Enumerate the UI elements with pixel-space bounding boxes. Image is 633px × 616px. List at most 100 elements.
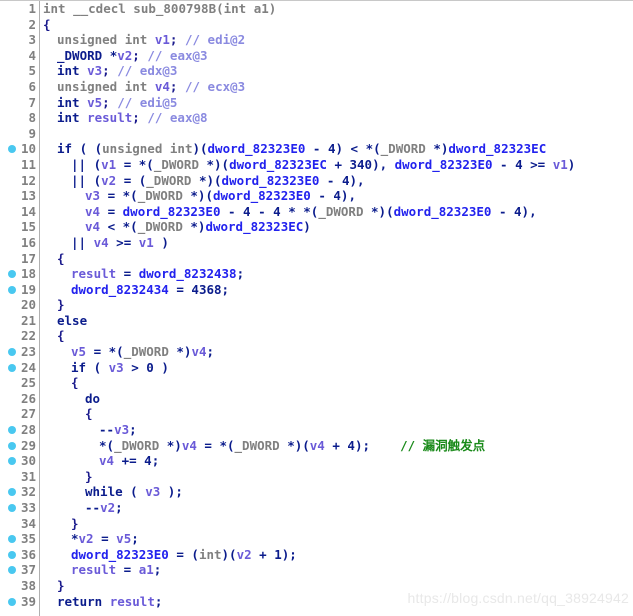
code-line[interactable]: { — [41, 17, 633, 33]
code-line[interactable]: --v2; — [41, 500, 633, 516]
line-number[interactable]: 26 — [0, 391, 39, 407]
line-number[interactable]: 6 — [0, 79, 39, 95]
breakpoint-dot-icon[interactable] — [8, 550, 16, 559]
code-line[interactable]: v5 = *(_DWORD *)v4; — [41, 344, 633, 360]
line-number-gutter[interactable]: 1 2 3 4 5 6 7 8 9 10 11 12 13 14 15 16 17 18 19 20 21 22 23 24 2… — [0, 1, 40, 616]
code-line[interactable]: { — [41, 328, 633, 344]
code-line[interactable]: || (v1 = *(_DWORD *)(dword_82323EC + 340… — [41, 157, 633, 173]
line-number[interactable]: 9 — [0, 126, 39, 142]
code-line[interactable]: dword_8232434 = 4368; — [41, 282, 633, 298]
code-line[interactable]: else — [41, 313, 633, 329]
line-number[interactable]: 35 — [0, 531, 39, 547]
line-number[interactable]: 15 — [0, 219, 39, 235]
line-number[interactable]: 29 — [0, 438, 39, 454]
code-line[interactable]: if ( v3 > 0 ) — [41, 360, 633, 376]
line-number[interactable]: 25 — [0, 375, 39, 391]
line-number[interactable]: 32 — [0, 484, 39, 500]
code-line[interactable]: v4 < *(_DWORD *)dword_82323EC) — [41, 219, 633, 235]
code-line[interactable]: { — [41, 251, 633, 267]
breakpoint-dot-icon[interactable] — [8, 504, 16, 512]
breakpoint-dot-icon[interactable] — [8, 535, 16, 544]
code-line[interactable] — [41, 126, 633, 142]
line-number[interactable]: 19 — [0, 282, 39, 298]
line-number[interactable]: 17 — [0, 251, 39, 267]
code-line[interactable]: { — [41, 375, 633, 391]
breakpoint-dot-icon[interactable] — [8, 597, 16, 606]
line-number[interactable]: 37 — [0, 562, 39, 578]
code-line[interactable]: *(_DWORD *)v4 = *(_DWORD *)(v4 + 4); // … — [41, 438, 633, 454]
line-number[interactable]: 38 — [0, 578, 39, 594]
line-number[interactable]: 12 — [0, 173, 39, 189]
code-line[interactable]: dword_82323E0 = (int)(v2 + 1); — [41, 547, 633, 563]
code-line[interactable]: int v3; // edx@3 — [41, 63, 633, 79]
breakpoint-dot-icon[interactable] — [8, 270, 16, 279]
breakpoint-dot-icon[interactable] — [8, 457, 16, 466]
line-number[interactable]: 16 — [0, 235, 39, 251]
code-line[interactable]: result = dword_8232438; — [41, 266, 633, 282]
code-line[interactable]: int v5; // edi@5 — [41, 95, 633, 111]
code-line[interactable]: if ( (unsigned int)(dword_82323E0 - 4) <… — [41, 141, 633, 157]
line-number[interactable]: 18 — [0, 266, 39, 282]
code-line-content: _DWORD *v2; // eax@3 — [41, 48, 208, 63]
line-number[interactable]: 31 — [0, 469, 39, 485]
code-line[interactable]: } — [41, 469, 633, 485]
breakpoint-dot-icon[interactable] — [8, 566, 16, 575]
line-number[interactable]: 23 — [0, 344, 39, 360]
code-line[interactable]: || v4 >= v1 ) — [41, 235, 633, 251]
code-line[interactable]: --v3; — [41, 422, 633, 438]
code-line[interactable]: while ( v3 ); — [41, 484, 633, 500]
code-token: unsigned int — [57, 78, 155, 94]
code-line[interactable]: } — [41, 578, 633, 594]
line-number[interactable]: 10 — [0, 141, 39, 157]
code-token: result — [109, 593, 155, 609]
line-number[interactable]: 21 — [0, 313, 39, 329]
breakpoint-dot-icon[interactable] — [8, 285, 16, 294]
line-number[interactable]: 7 — [0, 95, 39, 111]
line-number[interactable]: 33 — [0, 500, 39, 516]
line-number[interactable]: 20 — [0, 297, 39, 313]
code-line[interactable]: *v2 = v5; — [41, 531, 633, 547]
line-number[interactable]: 34 — [0, 516, 39, 532]
line-number[interactable]: 3 — [0, 32, 39, 48]
line-number-label: 8 — [28, 110, 36, 126]
code-line[interactable]: } — [41, 516, 633, 532]
line-number[interactable]: 28 — [0, 422, 39, 438]
code-line[interactable]: return result; — [41, 594, 633, 610]
line-number[interactable]: 24 — [0, 360, 39, 376]
code-line[interactable]: v4 = dword_82323E0 - 4 - 4 * *(_DWORD *)… — [41, 204, 633, 220]
code-line[interactable]: unsigned int v4; // ecx@3 — [41, 79, 633, 95]
code-line[interactable]: result = a1; — [41, 562, 633, 578]
line-number[interactable]: 22 — [0, 328, 39, 344]
line-number[interactable]: 39 — [0, 594, 39, 610]
code-line[interactable]: int __cdecl sub_800798B(int a1) — [41, 1, 633, 17]
code-text-area[interactable]: int __cdecl sub_800798B(int a1){unsigned… — [41, 1, 633, 616]
line-number[interactable]: 8 — [0, 110, 39, 126]
line-number[interactable]: 14 — [0, 204, 39, 220]
line-number[interactable]: 2 — [0, 17, 39, 33]
code-line[interactable]: v3 = *(_DWORD *)(dword_82323E0 - 4), — [41, 188, 633, 204]
code-token: ; — [153, 562, 162, 578]
code-line[interactable]: unsigned int v1; // edi@2 — [41, 32, 633, 48]
code-line[interactable]: { — [41, 406, 633, 422]
line-number[interactable]: 5 — [0, 63, 39, 79]
breakpoint-dot-icon[interactable] — [8, 348, 16, 357]
breakpoint-dot-icon[interactable] — [8, 145, 16, 154]
code-line[interactable]: do — [41, 391, 633, 407]
line-number[interactable]: 4 — [0, 48, 39, 64]
breakpoint-dot-icon[interactable] — [8, 488, 16, 497]
line-number[interactable]: 27 — [0, 406, 39, 422]
code-line[interactable]: } — [41, 297, 633, 313]
line-number[interactable]: 1 — [0, 1, 39, 17]
line-number[interactable]: 11 — [0, 157, 39, 173]
line-number[interactable]: 13 — [0, 188, 39, 204]
breakpoint-dot-icon[interactable] — [8, 441, 16, 450]
code-line[interactable]: _DWORD *v2; // eax@3 — [41, 48, 633, 64]
code-token: ) — [303, 219, 311, 235]
breakpoint-dot-icon[interactable] — [8, 426, 16, 435]
breakpoint-dot-icon[interactable] — [8, 363, 16, 372]
line-number[interactable]: 36 — [0, 547, 39, 563]
code-line[interactable]: || (v2 = (_DWORD *)(dword_82323E0 - 4), — [41, 173, 633, 189]
code-line[interactable]: int result; // eax@8 — [41, 110, 633, 126]
code-line[interactable]: v4 += 4; — [41, 453, 633, 469]
line-number[interactable]: 30 — [0, 453, 39, 469]
